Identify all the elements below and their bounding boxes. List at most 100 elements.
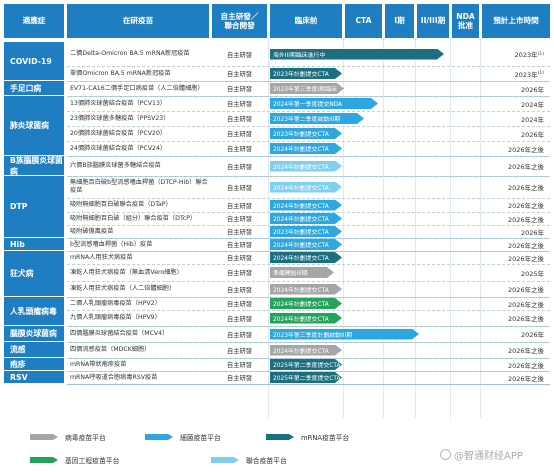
indication-cell: 流感 (4, 342, 64, 358)
expected-launch: 2023年 (1) (482, 42, 550, 66)
candidate-name: EV71-CA16二價手足口病疫苗（人二倍體細胞） (70, 84, 204, 92)
stage-divider (480, 38, 481, 418)
development-mode: 自主研發 (226, 202, 253, 210)
expected-launch: 2024年 (482, 111, 550, 126)
candidate-name: mRNA呼吸道合胞病毒RSV疫苗 (70, 373, 158, 381)
legend-label: 基因工程疫苗平台 (65, 457, 120, 465)
development-mode: 自主研發 (226, 229, 253, 236)
expected-launch: 2025年 (482, 264, 550, 281)
candidate-name: 13價肺炎球菌結合疫苗（PCV13） (70, 99, 167, 107)
expected-launch-text: 2026年之後 (507, 184, 544, 192)
stage-divider (415, 38, 416, 418)
expected-launch: 2026年之後 (482, 176, 550, 198)
candidate-name: b型流感嗜血桿菌（Hib）疫苗 (70, 240, 153, 248)
expected-launch-text: 2026年 (520, 130, 544, 139)
development-mode: 自主研發 (226, 131, 253, 138)
expected-launch: 2026年之後 (482, 238, 550, 251)
stage-divider (268, 38, 269, 418)
expected-launch: 2026年之後 (482, 281, 550, 297)
legend-label: 病毒疫苗平台 (65, 434, 106, 442)
candidate-name: 四價流感疫苗（MDCK細胞） (70, 346, 151, 354)
development-mode: 自主研發 (226, 331, 253, 339)
development-mode: 自主研發 (226, 146, 253, 153)
legend-virus: 病毒疫苗平台 (30, 432, 106, 442)
legend-swatch (266, 434, 294, 440)
expected-launch-text: 2023年 (514, 51, 538, 59)
pipeline-progress-bar: 2024年計劃提交CTA (270, 345, 342, 356)
watermark-text: @智通财经APP (454, 451, 523, 462)
indication-cell: 狂犬病 (4, 251, 64, 297)
candidate-name: mRNA人用狂犬病疫苗 (70, 253, 133, 261)
pipeline-progress-bar: 2024年計劃提交CTA (270, 161, 342, 172)
expected-launch-text: 2026年之後 (507, 215, 544, 224)
pipeline-progress-bar: 2024年計劃提交CTA (270, 239, 342, 250)
pipeline-progress-bar: 2025年第二季度提交CTA (270, 372, 342, 383)
indication-cell: 肺炎球菌病 (4, 96, 64, 156)
legend-swatch (211, 457, 239, 463)
candidate-name: 24價肺炎球菌結合疫苗（PCV24） (70, 144, 167, 152)
expected-launch-text: 2026年之後 (507, 202, 544, 210)
legend-gene: 基因工程疫苗平台 (30, 455, 119, 465)
footnote-marker: (1) (537, 71, 544, 76)
pipeline-progress-bar: 2024年計劃提交CTA (270, 313, 342, 324)
candidate-name: 23價肺炎球菌多糖疫苗（PPSV23） (70, 114, 170, 122)
expected-launch-text: 2024年 (520, 100, 544, 109)
header-candidate: 在研疫苗 (67, 4, 209, 38)
legend-label: 細菌疫苗平台 (180, 434, 221, 442)
candidate-name: 九價人乳頭瘤病毒疫苗（HPV9） (70, 314, 161, 322)
development-mode: 自主研發 (226, 51, 253, 59)
expected-launch: 2026年之後 (482, 310, 550, 326)
pipeline-progress-bar: 海外III期臨床進行中 (270, 49, 444, 60)
candidate-name: 吸附破傷風疫苗 (70, 227, 114, 235)
expected-launch-text: 2026年 (520, 85, 544, 94)
candidate-name: mRNA帶狀疱疹疫苗 (70, 360, 127, 368)
development-mode: 自主研發 (226, 301, 253, 308)
candidate-name: 20價肺炎球菌結合疫苗（PCV20） (70, 129, 167, 137)
pipeline-progress-bar: 2023年計劃提交CTA (270, 68, 342, 79)
expected-launch-text: 2026年之後 (507, 241, 544, 250)
expected-launch: 2026年 (482, 326, 550, 342)
expected-launch-text: 2025年 (520, 269, 544, 278)
indication-cell: Hib (4, 238, 64, 251)
development-mode: 自主研發 (226, 315, 253, 323)
development-mode: 自主研發 (226, 101, 253, 108)
pipeline-progress-bar: 2023年計劃提交CTA (270, 226, 342, 237)
watermark-logo-icon (440, 449, 451, 460)
pipeline-progress-bar: 2024年第一季度提交NDA (270, 98, 378, 109)
candidate-name: 無細胞百白破b型流感嗜血桿菌（DTCP-Hib）聯合疫苗 (70, 179, 208, 194)
pipeline-progress-bar: 2024年計劃提交CTA (270, 213, 342, 224)
indication-cell: RSV (4, 371, 64, 384)
pipeline-progress-bar: 準備開始III期 (270, 267, 334, 278)
development-mode: 自主研發 (226, 86, 253, 93)
header-nda: NDA批准 (452, 4, 479, 38)
development-mode: 自主研發 (226, 116, 253, 123)
expected-launch: 2026年之後 (482, 371, 550, 384)
development-mode: 自主研發 (226, 184, 253, 192)
expected-launch-text: 2026年之後 (507, 145, 544, 154)
indication-cell: 手足口病 (4, 81, 64, 96)
expected-launch: 2026年之後 (482, 297, 550, 310)
header-indication: 適應症 (4, 4, 64, 38)
candidate-name: 二價Delta-Omicron BA.5 mRNA新冠疫苗 (70, 50, 190, 58)
watermark: @智通财经APP (440, 447, 523, 462)
pipeline-progress-bar: 2023年第三季度I期臨床 (270, 83, 344, 94)
legend-swatch (30, 434, 58, 440)
stage-divider (383, 38, 384, 418)
header-mode: 自主研發／聯合開發 (212, 4, 267, 38)
pipeline-progress-bar: 2023年第二季度啟動III期 (270, 113, 364, 124)
pipeline-progress-bar: 2024年計劃提交CTA (270, 298, 342, 309)
expected-launch: 2026年之後 (482, 156, 550, 176)
expected-launch-text: 2024年 (520, 115, 544, 124)
pipeline-progress-bar: 2025年第二季度提交CTA (270, 359, 342, 370)
development-mode: 自主研發 (226, 347, 253, 355)
expected-launch-text: 2023年 (514, 70, 538, 79)
expected-launch-text: 2026年之後 (507, 254, 544, 263)
header-preclinical: 臨床前 (270, 4, 342, 38)
candidate-name: 凍乾人用狂犬病疫苗（人二倍體細胞） (70, 285, 176, 293)
pipeline-progress-bar: 2024年計劃提交CTA (270, 252, 342, 263)
expected-launch: 2026年之後 (482, 141, 550, 156)
indication-cell: B族腦膜炎球菌病 (4, 156, 64, 176)
pipeline-progress-bar: 2024年計劃提交CTA (270, 143, 342, 154)
expected-launch: 2026年之後 (482, 198, 550, 212)
development-mode: 自主研發 (226, 163, 253, 171)
